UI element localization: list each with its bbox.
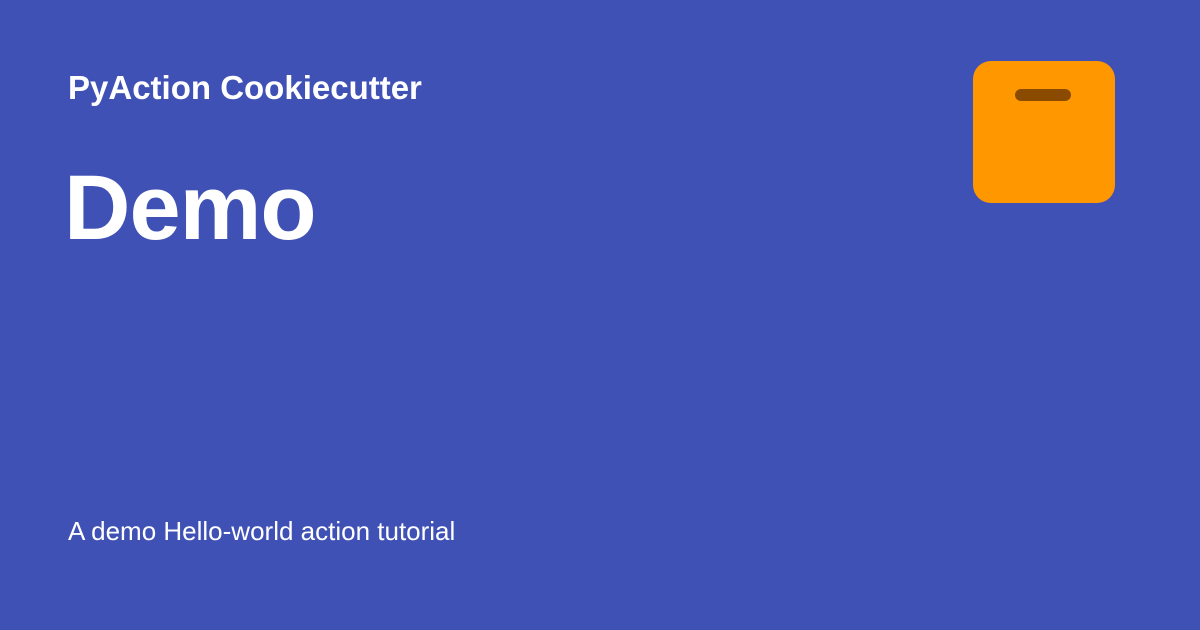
archive-box-icon [973, 61, 1115, 203]
site-name: PyAction Cookiecutter [68, 69, 422, 106]
page-title: Demo [64, 157, 317, 259]
page-description: A demo Hello-world action tutorial [68, 516, 456, 546]
social-card: PyAction Cookiecutter Demo A demo Hello-… [0, 0, 1200, 630]
